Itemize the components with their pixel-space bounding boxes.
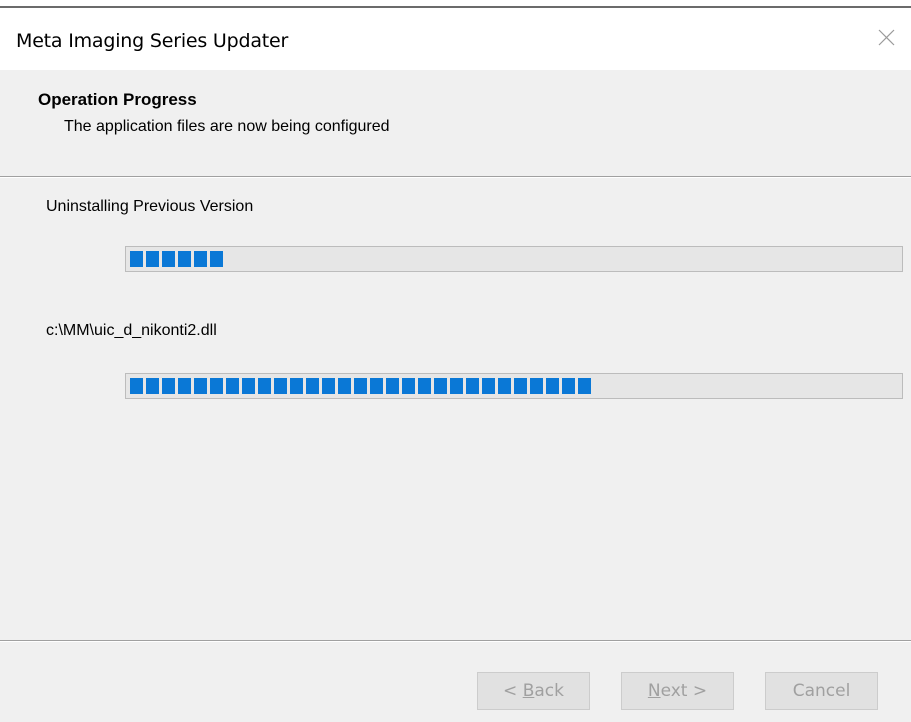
step-progress-bar — [125, 246, 903, 272]
next-button-label: ext > — [660, 681, 708, 701]
updater-window: Meta Imaging Series Updater Operation Pr… — [0, 0, 911, 722]
title-bar: Meta Imaging Series Updater — [0, 8, 911, 70]
page-subtitle: The application files are now being conf… — [64, 118, 390, 135]
next-button[interactable]: Next > — [621, 672, 734, 710]
back-button[interactable]: < Back — [477, 672, 590, 710]
back-button-prefix: < — [503, 681, 523, 701]
back-button-label: ack — [534, 681, 564, 701]
wizard-footer: < Back Next > Cancel — [0, 642, 911, 722]
step-status-label: Uninstalling Previous Version — [46, 198, 254, 215]
file-status-label: c:\MM\uic_d_nikonti2.dll — [46, 322, 217, 339]
window-title: Meta Imaging Series Updater — [16, 30, 289, 52]
file-progress-bar — [125, 373, 903, 399]
next-button-mnemonic: N — [647, 681, 661, 701]
close-icon — [878, 29, 895, 46]
file-progress-fill — [130, 378, 591, 394]
close-button[interactable] — [861, 8, 911, 70]
progress-panel: Uninstalling Previous Version c:\MM\uic_… — [0, 178, 911, 640]
cancel-button[interactable]: Cancel — [765, 672, 878, 710]
step-progress-fill — [130, 251, 223, 267]
back-button-mnemonic: B — [522, 681, 535, 701]
wizard-header: Operation Progress The application files… — [0, 70, 911, 176]
page-title: Operation Progress — [38, 90, 197, 109]
